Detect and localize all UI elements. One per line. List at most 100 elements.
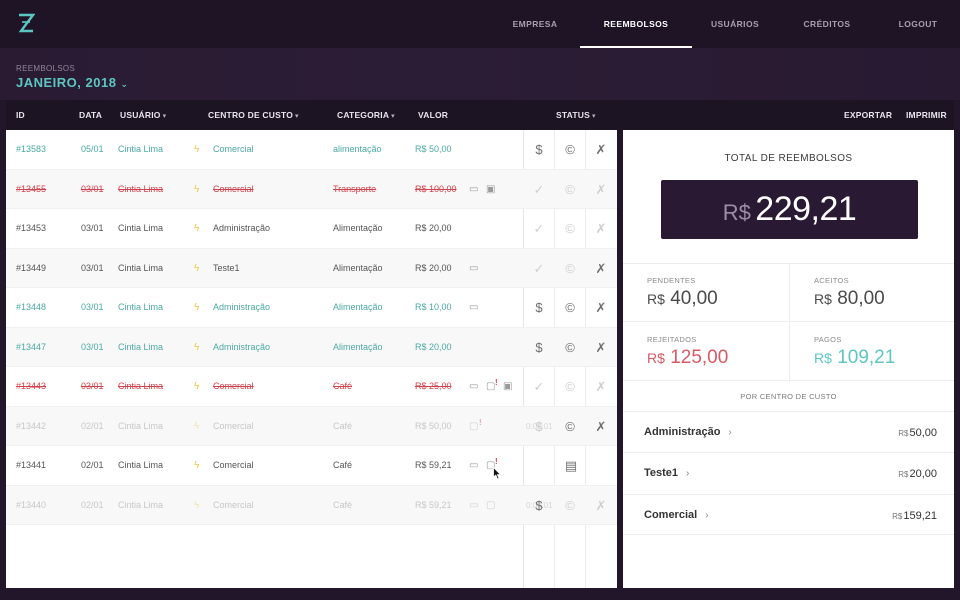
calendar-icon[interactable]: ▣ bbox=[503, 367, 512, 407]
period-label: JANEIRO, 2018 bbox=[16, 75, 117, 90]
reject-icon[interactable]: ✗ bbox=[586, 130, 616, 170]
pay-dollar-icon[interactable]: $ bbox=[524, 288, 554, 328]
nav-reembolsos[interactable]: REEMBOLSOS bbox=[580, 0, 692, 48]
reject-icon[interactable]: ✗ bbox=[586, 170, 616, 210]
row-category: alimentação bbox=[333, 144, 382, 154]
receipt-icon[interactable]: ▢ bbox=[469, 407, 478, 447]
comment-icon[interactable]: ▭ bbox=[469, 170, 478, 210]
row-id[interactable]: #13583 bbox=[16, 130, 46, 170]
reject-icon[interactable]: ✗ bbox=[586, 407, 616, 447]
reject-icon[interactable]: ✗ bbox=[586, 486, 616, 526]
reject-icon[interactable]: ✗ bbox=[586, 249, 616, 289]
comment-icon[interactable]: ▭ bbox=[469, 486, 478, 526]
row-id[interactable]: #13440 bbox=[16, 486, 46, 526]
table-row[interactable]: #13455 03/01 Cintia Lima ϟ Comercial Tra… bbox=[6, 169, 617, 210]
table-row[interactable]: #13443 03/01 Cintia Lima ϟ Comercial Caf… bbox=[6, 367, 617, 407]
approve-icon[interactable]: © bbox=[555, 328, 585, 368]
col-categoria[interactable]: CATEGORIA ▾ bbox=[337, 100, 395, 130]
stat-label: ACEITOS bbox=[814, 276, 849, 285]
row-user: Cintia Lima bbox=[118, 302, 164, 312]
pay-dollar-icon[interactable]: $ bbox=[524, 328, 554, 368]
row-date: 03/01 bbox=[81, 262, 104, 273]
approve-icon[interactable]: © bbox=[555, 288, 585, 328]
stat-aceitos[interactable]: ACEITOS R$ 80,00 bbox=[790, 264, 954, 322]
cost-center-item[interactable]: Administração › R$50,00 bbox=[623, 411, 954, 452]
brand-logo-icon[interactable] bbox=[17, 13, 35, 33]
main-nav: EMPRESA REEMBOLSOS USUÁRIOS CRÉDITOS LOG… bbox=[490, 0, 960, 48]
row-id[interactable]: #13443 bbox=[16, 367, 46, 407]
cost-center-value: 159,21 bbox=[903, 510, 937, 522]
row-id[interactable]: #13442 bbox=[16, 407, 46, 447]
nav-logout[interactable]: LOGOUT bbox=[876, 0, 960, 48]
row-category: Café bbox=[333, 460, 353, 470]
check-icon[interactable]: ✓ bbox=[524, 249, 554, 289]
row-user: Cintia Lima bbox=[118, 499, 164, 510]
row-id[interactable]: #13449 bbox=[16, 249, 46, 289]
row-id[interactable]: #13448 bbox=[16, 288, 46, 328]
approve-icon[interactable]: © bbox=[555, 209, 585, 249]
col-status[interactable]: STATUS ▾ bbox=[556, 100, 596, 130]
comment-icon[interactable]: ▭ bbox=[469, 288, 478, 328]
chevron-down-icon: ▾ bbox=[162, 113, 167, 120]
row-category: Alimentação bbox=[333, 302, 383, 312]
table-row[interactable]: #13447 03/01 Cintia Lima ϟ Administração… bbox=[6, 327, 617, 368]
row-id[interactable]: #13447 bbox=[16, 328, 46, 368]
reject-icon[interactable]: ✗ bbox=[586, 367, 616, 407]
table-row[interactable]: #13449 03/01 Cintia Lima ϟ Teste1 Alimen… bbox=[6, 248, 617, 289]
row-id[interactable]: #13441 bbox=[16, 446, 46, 486]
period-selector[interactable]: JANEIRO, 2018 ⌄ bbox=[16, 75, 128, 90]
row-id[interactable]: #13453 bbox=[16, 209, 46, 249]
row-date: 03/01 bbox=[81, 183, 104, 194]
row-user: Cintia Lima bbox=[118, 341, 164, 352]
chevron-down-icon: ▾ bbox=[591, 113, 596, 120]
row-date: 02/01 bbox=[81, 460, 104, 470]
stat-pagos[interactable]: PAGOS R$ 109,21 bbox=[790, 323, 954, 381]
table-row[interactable]: #13453 03/01 Cintia Lima ϟ Administração… bbox=[6, 209, 617, 249]
export-button[interactable]: EXPORTAR bbox=[844, 100, 892, 130]
comment-icon[interactable]: ▭ bbox=[469, 249, 478, 289]
row-value: R$ 20,00 bbox=[415, 341, 452, 352]
stat-value: 125,00 bbox=[670, 347, 729, 368]
approve-icon[interactable]: © bbox=[555, 367, 585, 407]
row-user: Cintia Lima bbox=[118, 262, 164, 273]
pay-dollar-icon[interactable]: $ bbox=[524, 407, 554, 447]
print-button[interactable]: IMPRIMIR bbox=[906, 100, 947, 130]
nav-creditos[interactable]: CRÉDITOS bbox=[778, 0, 876, 48]
cost-center-item[interactable]: Comercial › R$159,21 bbox=[623, 494, 954, 535]
card-icon[interactable]: ▤ bbox=[556, 446, 586, 486]
approve-icon[interactable]: © bbox=[555, 170, 585, 210]
pay-dollar-icon[interactable]: $ bbox=[524, 130, 554, 170]
approve-icon[interactable]: © bbox=[555, 407, 585, 447]
nav-empresa[interactable]: EMPRESA bbox=[490, 0, 580, 48]
check-icon[interactable]: ✓ bbox=[524, 170, 554, 210]
lightning-icon: ϟ bbox=[194, 381, 200, 392]
table-row[interactable]: #13448 03/01 Cintia Lima ϟ Administração… bbox=[6, 288, 617, 328]
cost-center-item[interactable]: Teste1 › R$20,00 bbox=[623, 452, 954, 493]
check-icon[interactable]: ✓ bbox=[524, 367, 554, 407]
table-row[interactable]: #13442 02/01 Cintia Lima ϟ Comercial Caf… bbox=[6, 406, 617, 447]
col-centro-de-custo[interactable]: CENTRO DE CUSTO ▾ bbox=[208, 100, 299, 130]
receipt-icon[interactable]: ▢ bbox=[486, 486, 495, 526]
table-row[interactable]: #13441 02/01 Cintia Lima ϟ Comercial Caf… bbox=[6, 446, 617, 486]
approve-icon[interactable]: © bbox=[555, 130, 585, 170]
table-row[interactable]: #13583 05/01 Cintia Lima ϟ Comercial ali… bbox=[6, 130, 617, 170]
row-cost-center: Comercial bbox=[213, 381, 254, 391]
reject-icon[interactable]: ✗ bbox=[586, 209, 616, 249]
approve-icon[interactable]: © bbox=[555, 249, 585, 289]
comment-icon[interactable]: ▭ bbox=[469, 367, 478, 407]
reject-icon[interactable]: ✗ bbox=[586, 328, 616, 368]
pay-dollar-icon[interactable]: $ bbox=[524, 486, 554, 526]
approve-icon[interactable]: © bbox=[555, 486, 585, 526]
col-usuario[interactable]: USUÁRIO ▾ bbox=[120, 100, 166, 130]
stat-rejeitados[interactable]: REJEITADOS R$ 125,00 bbox=[623, 323, 788, 381]
lightning-icon: ϟ bbox=[194, 460, 200, 471]
stat-pendentes[interactable]: PENDENTES R$ 40,00 bbox=[623, 264, 788, 322]
check-icon[interactable]: ✓ bbox=[524, 209, 554, 249]
table-row[interactable]: #13440 02/01 Cintia Lima ϟ Comercial Caf… bbox=[6, 485, 617, 526]
reject-icon[interactable]: ✗ bbox=[586, 288, 616, 328]
calendar-icon[interactable]: ▣ bbox=[486, 170, 495, 210]
row-category: Alimentação bbox=[333, 223, 383, 233]
nav-usuarios[interactable]: USUÁRIOS bbox=[692, 0, 778, 48]
row-id[interactable]: #13455 bbox=[16, 170, 46, 210]
comment-icon[interactable]: ▭ bbox=[469, 446, 478, 486]
